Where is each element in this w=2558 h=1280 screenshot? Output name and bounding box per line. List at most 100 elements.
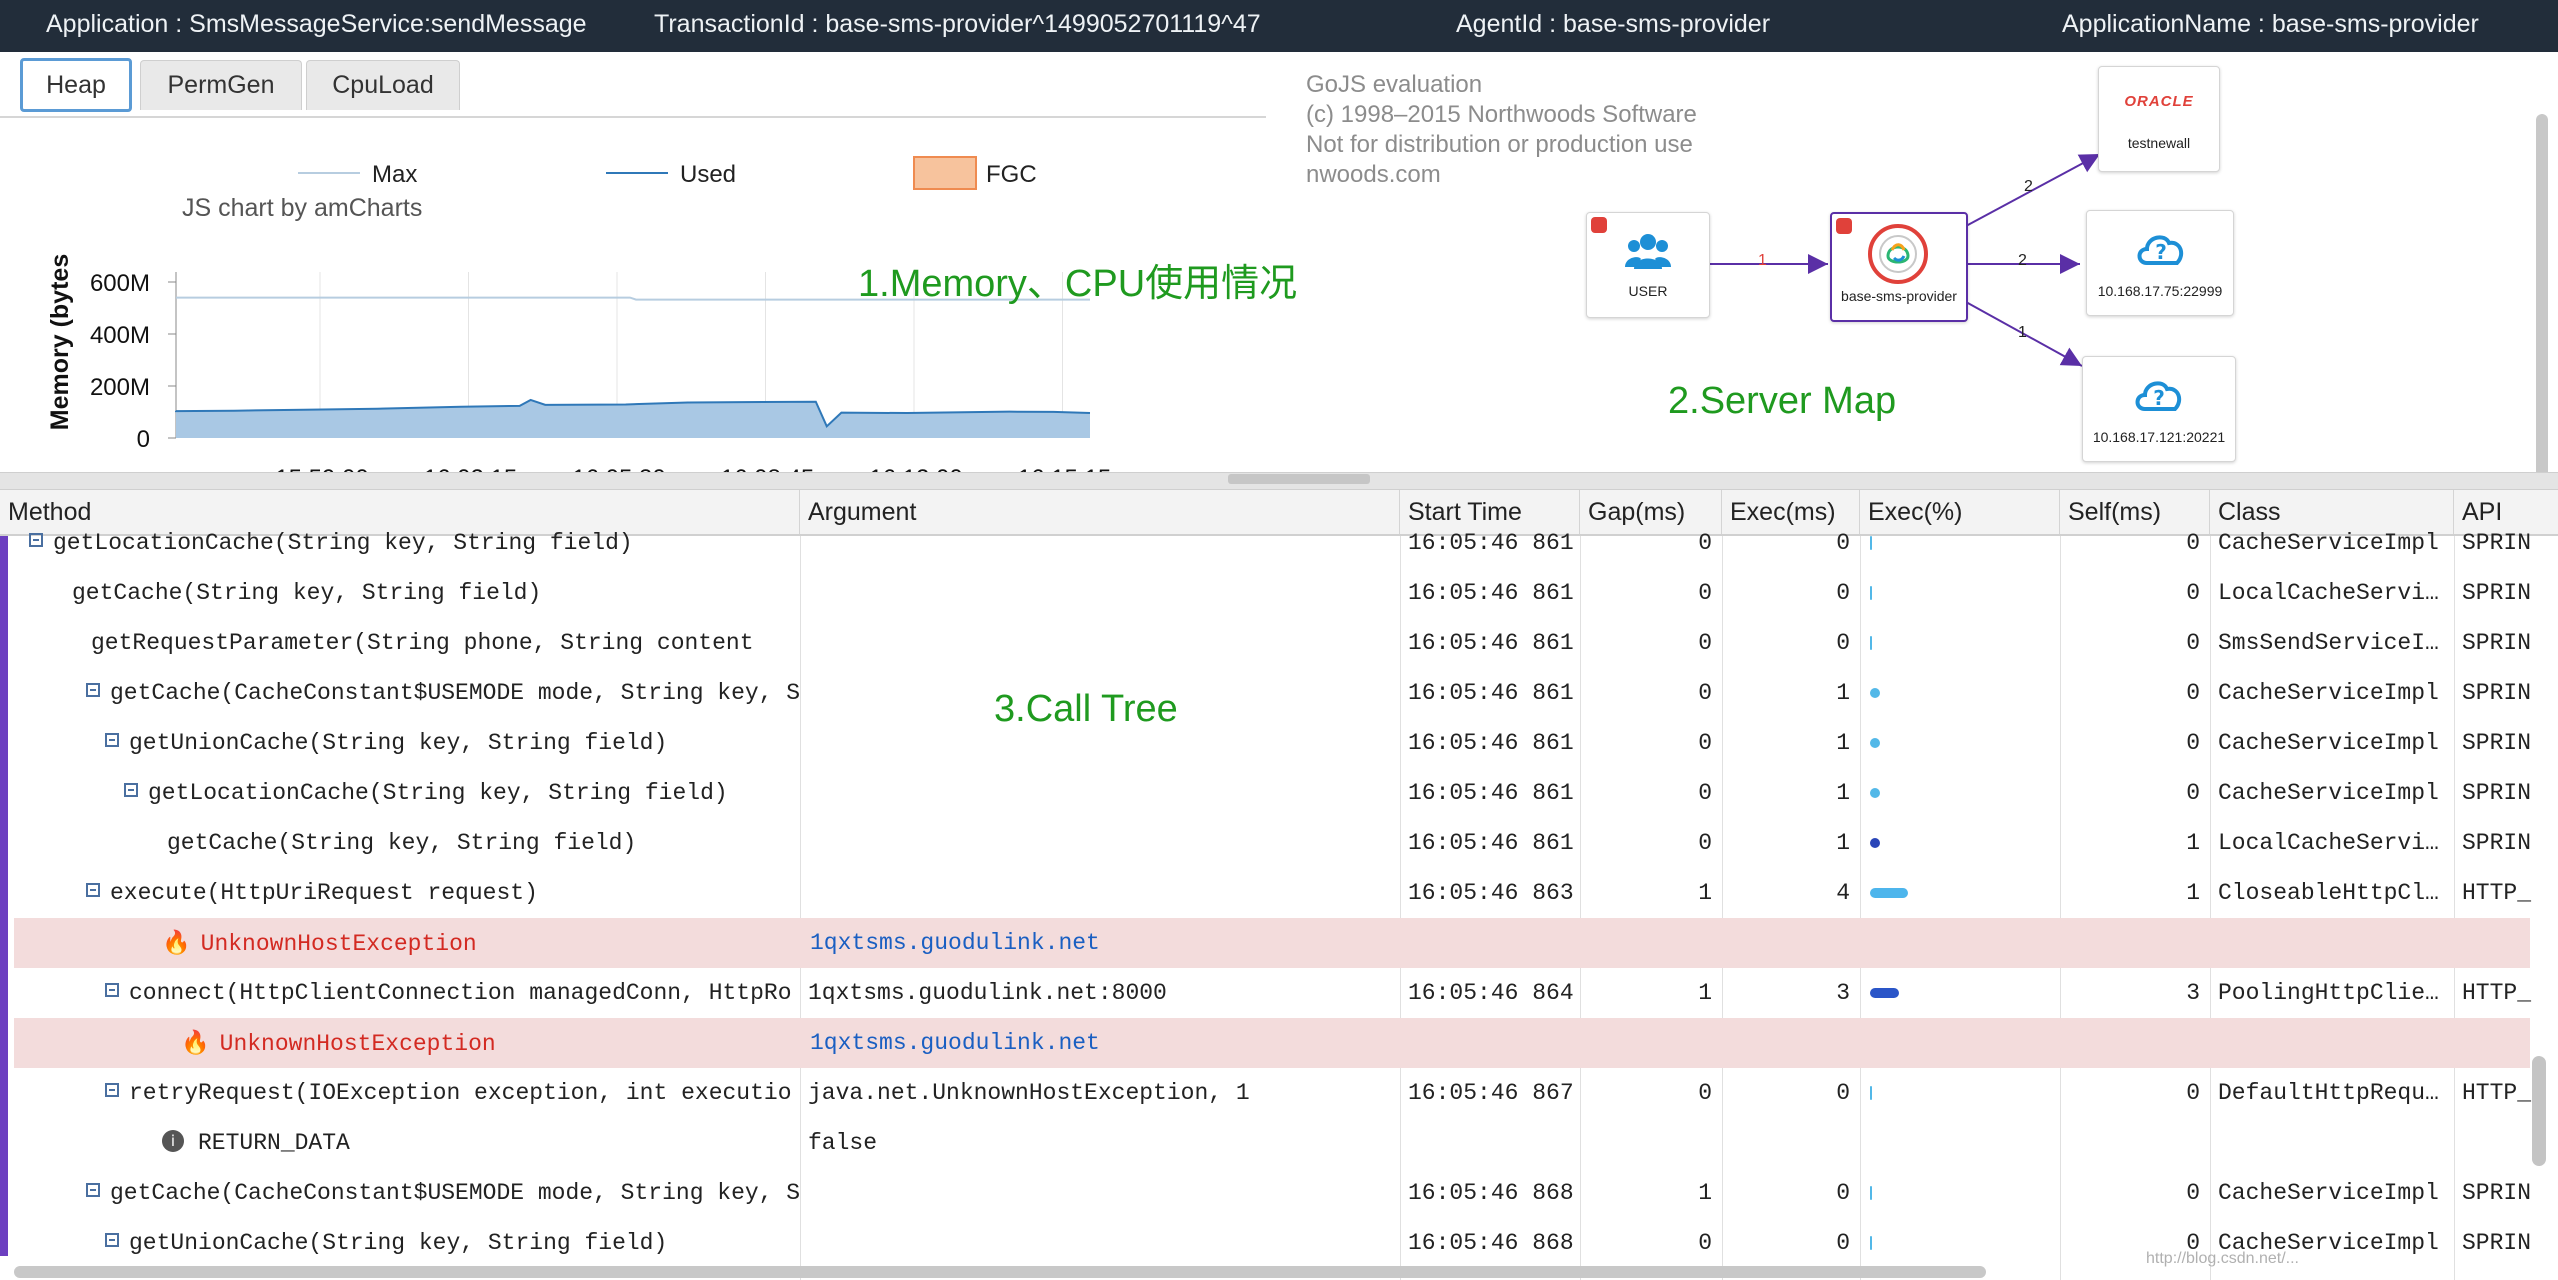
api-cell: SPRIN [2462, 630, 2532, 656]
collapse-toggle-icon[interactable] [86, 682, 100, 697]
splitter-grip[interactable] [1228, 474, 1370, 484]
svg-text:?: ? [2153, 386, 2165, 410]
gap-cell [1580, 1018, 1722, 1068]
exec-pct-bar [1870, 838, 1880, 848]
grid-vertical-scrollbar[interactable] [2532, 1056, 2546, 1166]
cls-cell: LocalCacheServi… [2218, 580, 2439, 606]
start-cell [1400, 1118, 1580, 1168]
collapse-toggle-icon[interactable] [86, 882, 100, 897]
node-oracle[interactable]: ORACLE testnewall [2098, 66, 2220, 172]
self-cell: 1 [2186, 880, 2200, 906]
method-cell: getCache(CacheConstant$USEMODE mode, Str… [8, 1168, 800, 1218]
exec-pct-bar-cell [1860, 1218, 2060, 1268]
argument-cell: false [808, 1130, 878, 1156]
collapse-toggle-icon[interactable] [105, 1232, 119, 1247]
error-row[interactable]: 🔥 UnknownHostException 1qxtsms.guodulink.n… [14, 1018, 2530, 1068]
table-row[interactable]: i RETURN_DATA false [0, 1118, 2558, 1168]
cls-cell: CacheServiceImpl [2218, 530, 2439, 556]
api-cell: SPRIN [2462, 780, 2532, 806]
chart-legend: Max Used FGC [298, 156, 1037, 190]
edge-provider-oracle[interactable] [1965, 153, 2101, 227]
table-row[interactable]: getRequestParameter(String phone, String… [0, 618, 2558, 668]
table-row[interactable]: getCache(CacheConstant$USEMODE mode, Str… [0, 668, 2558, 718]
exec-pct-bar [1870, 586, 1872, 600]
y-tick-labels: 600M 400M 200M 0 [90, 270, 150, 453]
gap-cell: 0 [1698, 1080, 1712, 1106]
self-cell: 0 [2186, 730, 2200, 756]
edge-label-provider-oracle: 2 [2024, 178, 2033, 195]
tab-heap[interactable]: Heap [20, 58, 132, 112]
method-cell: execute(HttpUriRequest request) [8, 868, 800, 918]
cls-cell: CacheServiceImpl [2218, 1180, 2439, 1206]
call-tree-grid: Method Argument Start Time Gap(ms) Exec(… [0, 490, 2558, 1280]
exec-cell [1722, 1018, 1860, 1068]
legend-max-label: Max [372, 161, 417, 188]
node-host-2[interactable]: ? 10.168.17.121:20221 [2082, 356, 2236, 462]
memory-cpu-note: 1.Memory、CPU使用情况 [858, 263, 1298, 305]
method-cell: 🔥 UnknownHostException [8, 918, 800, 968]
self-cell: 0 [2186, 1080, 2200, 1106]
method-name: execute(HttpUriRequest request) [110, 880, 538, 906]
argument-cell [800, 1168, 1400, 1218]
table-row[interactable]: getCache(String key, String field) 16:05:… [0, 818, 2558, 868]
argument-cell [800, 518, 1400, 568]
start-cell: 16:05:46 861 [1408, 780, 1574, 806]
method-name: getCache(String key, String field) [167, 830, 637, 856]
cls-cell [2210, 1118, 2454, 1168]
node-oracle-label: testnewall [2127, 135, 2191, 151]
node-user[interactable]: USER [1586, 212, 1710, 318]
table-row[interactable]: getLocationCache(String key, String fiel… [0, 768, 2558, 818]
method-name: getRequestParameter(String phone, String… [91, 630, 754, 656]
collapse-toggle-icon[interactable] [105, 732, 119, 747]
collapse-toggle-icon[interactable] [105, 982, 119, 997]
collapse-toggle-icon[interactable] [105, 1082, 119, 1097]
grid-horizontal-scrollbar[interactable] [14, 1266, 1986, 1278]
application-name: ApplicationName : base-sms-provider [2062, 10, 2479, 38]
method-name: getCache(String key, String field) [72, 580, 542, 606]
collapse-toggle-icon[interactable] [29, 532, 43, 547]
api-cell: SPRIN [2462, 1230, 2532, 1256]
argument-cell [800, 1218, 1400, 1268]
argument-cell: 1qxtsms.guodulink.net [810, 1030, 1100, 1056]
start-cell: 16:05:46 863 [1408, 880, 1574, 906]
top-scrollbar[interactable] [2536, 114, 2548, 516]
node-base-sms-provider[interactable]: base-sms-provider [1830, 212, 1968, 322]
api-cell: SPRIN [2462, 730, 2532, 756]
chart-plot [175, 296, 1091, 438]
start-cell: 16:05:46 868 [1408, 1230, 1574, 1256]
start-cell [1400, 1018, 1580, 1068]
users-icon [1625, 234, 1671, 269]
table-row[interactable]: getCache(String key, String field) 16:05:… [0, 568, 2558, 618]
table-row[interactable]: getCache(CacheConstant$USEMODE mode, Str… [0, 1168, 2558, 1218]
self-cell: 0 [2186, 680, 2200, 706]
argument-cell [800, 568, 1400, 618]
exec-pct-bar-cell [1860, 568, 2060, 618]
tab-cpuload[interactable]: CpuLoad [306, 60, 460, 110]
table-row[interactable]: retryRequest(IOException exception, int … [0, 1068, 2558, 1118]
gap-cell: 0 [1698, 680, 1712, 706]
method-cell: getUnionCache(String key, String field) [8, 718, 800, 768]
error-row[interactable]: 🔥 UnknownHostException 1qxtsms.guodulink.n… [14, 918, 2530, 968]
method-name: getCache(CacheConstant$USEMODE mode, Str… [110, 680, 800, 706]
collapse-toggle-icon[interactable] [86, 1182, 100, 1197]
series-used-area [176, 399, 1090, 438]
error-badge-icon [1836, 218, 1852, 234]
exec-pct-bar [1870, 1086, 1872, 1100]
gap-cell: 0 [1698, 830, 1712, 856]
argument-cell [800, 768, 1400, 818]
table-row[interactable]: connect(HttpClientConnection managedConn… [0, 968, 2558, 1018]
table-row[interactable]: getLocationCache(String key, String fiel… [0, 518, 2558, 568]
tab-permgen[interactable]: PermGen [140, 60, 302, 110]
server-map-note: 2.Server Map [1668, 380, 1897, 422]
y-axis-label: Memory (bytes [46, 254, 74, 430]
collapse-toggle-icon[interactable] [124, 782, 138, 797]
table-row[interactable]: execute(HttpUriRequest request) 16:05:46 … [0, 868, 2558, 918]
gap-cell: 1 [1698, 1180, 1712, 1206]
node-host-1[interactable]: ? 10.168.17.75:22999 [2086, 210, 2234, 316]
exec-pct-bar-cell [1860, 1068, 2060, 1118]
gap-cell: 0 [1698, 530, 1712, 556]
exec-pct-bar [1870, 536, 1872, 550]
cls-cell: CacheServiceImpl [2218, 730, 2439, 756]
table-row[interactable]: getUnionCache(String key, String field) 1… [0, 718, 2558, 768]
start-cell [1400, 918, 1580, 968]
